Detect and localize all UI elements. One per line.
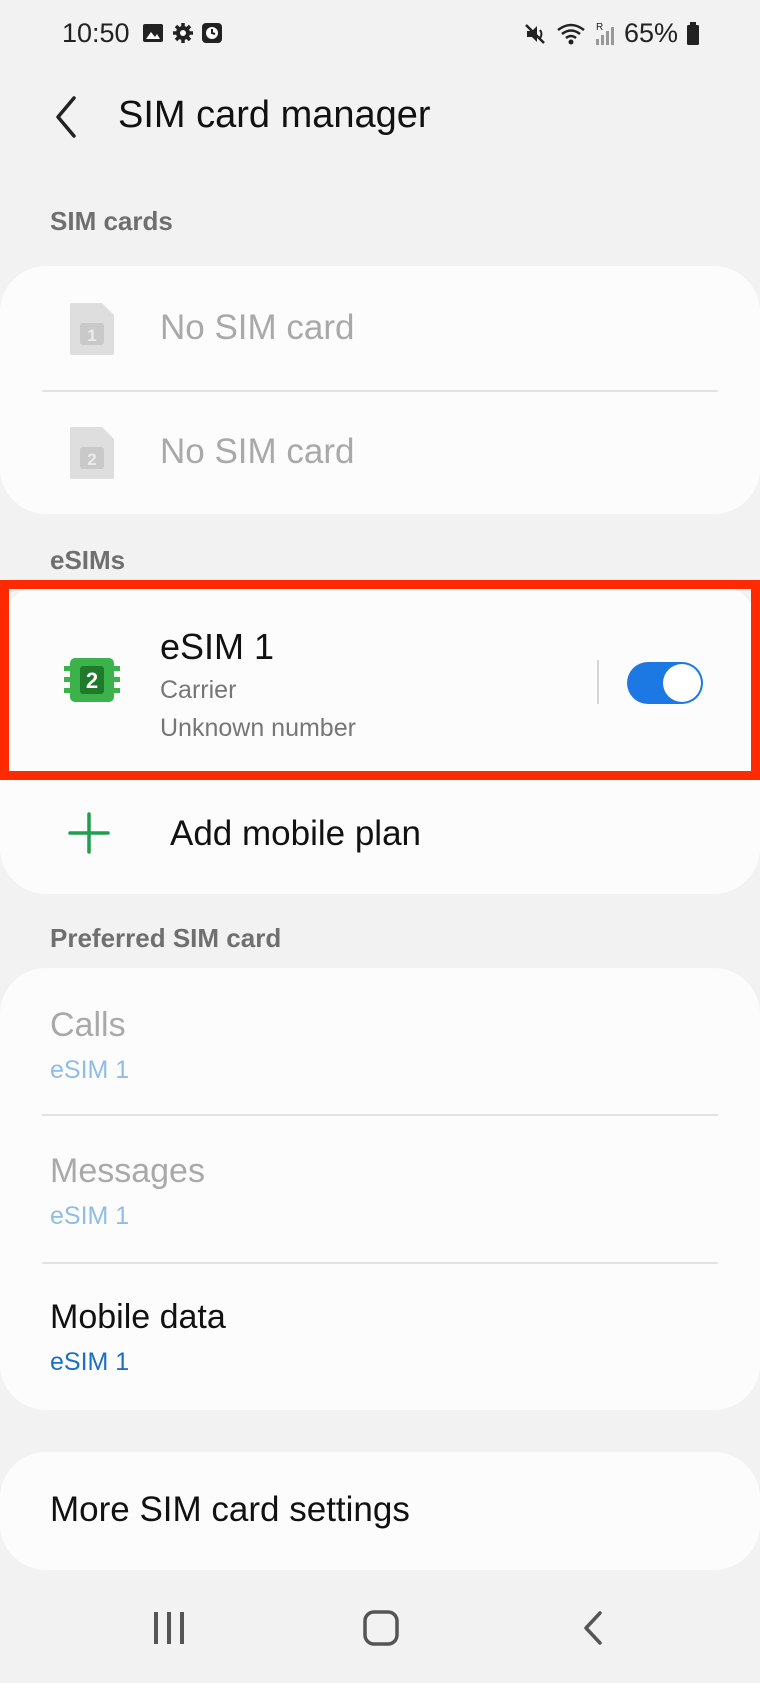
battery-percent: 65%	[623, 18, 678, 48]
status-time: 10:50	[62, 18, 130, 48]
calls-title: Calls	[50, 1006, 126, 1044]
section-label-sim-cards: SIM cards	[50, 206, 173, 236]
mute-icon	[525, 23, 545, 44]
sim-card-icon: 2	[70, 427, 114, 479]
sim-slot-1-row[interactable]: 1 No SIM card	[0, 266, 760, 390]
mobile-data-title: Mobile data	[50, 1298, 226, 1336]
more-sim-card-settings: More SIM card settings	[50, 1490, 410, 1529]
recents-nav-icon[interactable]	[150, 1610, 188, 1646]
status-right: R 65%	[524, 18, 700, 49]
signal-icon: R	[595, 22, 614, 45]
add-mobile-plan-label: Add mobile plan	[170, 814, 421, 853]
sim-slot-2-label: No SIM card	[160, 432, 355, 471]
page-title: SIM card manager	[118, 94, 431, 136]
add-mobile-plan-row[interactable]: Add mobile plan	[0, 780, 760, 894]
svg-text:1: 1	[87, 326, 96, 345]
wifi-icon	[557, 23, 585, 44]
mobile-data-value: eSIM 1	[50, 1348, 130, 1376]
section-label-preferred: Preferred SIM card	[50, 923, 282, 953]
sim-cards-card: 1 No SIM card 2 No SIM card	[0, 266, 760, 514]
sim-slot-1-label: No SIM card	[160, 308, 355, 347]
preferred-messages-row[interactable]: Messages eSIM 1	[0, 1116, 760, 1262]
gallery-icon	[143, 24, 163, 42]
sim-card-icon: 1	[70, 303, 114, 355]
section-label-esims: eSIMs	[50, 545, 126, 575]
svg-text:2: 2	[87, 450, 96, 469]
back-nav-icon[interactable]	[580, 1610, 608, 1646]
messages-value: eSIM 1	[50, 1202, 130, 1230]
sim-slot-2-row[interactable]: 2 No SIM card	[0, 392, 760, 514]
home-nav-icon[interactable]	[362, 1610, 400, 1646]
preferred-mobile-data-row[interactable]: Mobile data eSIM 1	[0, 1264, 760, 1410]
svg-text:R: R	[596, 22, 603, 33]
back-arrow-icon[interactable]	[50, 92, 82, 142]
clock-icon	[202, 23, 222, 43]
highlight-box	[0, 580, 760, 780]
calls-value: eSIM 1	[50, 1056, 130, 1084]
plus-icon	[68, 812, 110, 854]
gear-icon	[173, 23, 193, 43]
preferred-card: Calls eSIM 1 Messages eSIM 1 Mobile data…	[0, 968, 760, 1410]
battery-icon	[687, 21, 699, 45]
messages-title: Messages	[50, 1152, 205, 1190]
more-settings-card[interactable]: More SIM card settings	[0, 1452, 760, 1570]
preferred-calls-row[interactable]: Calls eSIM 1	[0, 968, 760, 1114]
